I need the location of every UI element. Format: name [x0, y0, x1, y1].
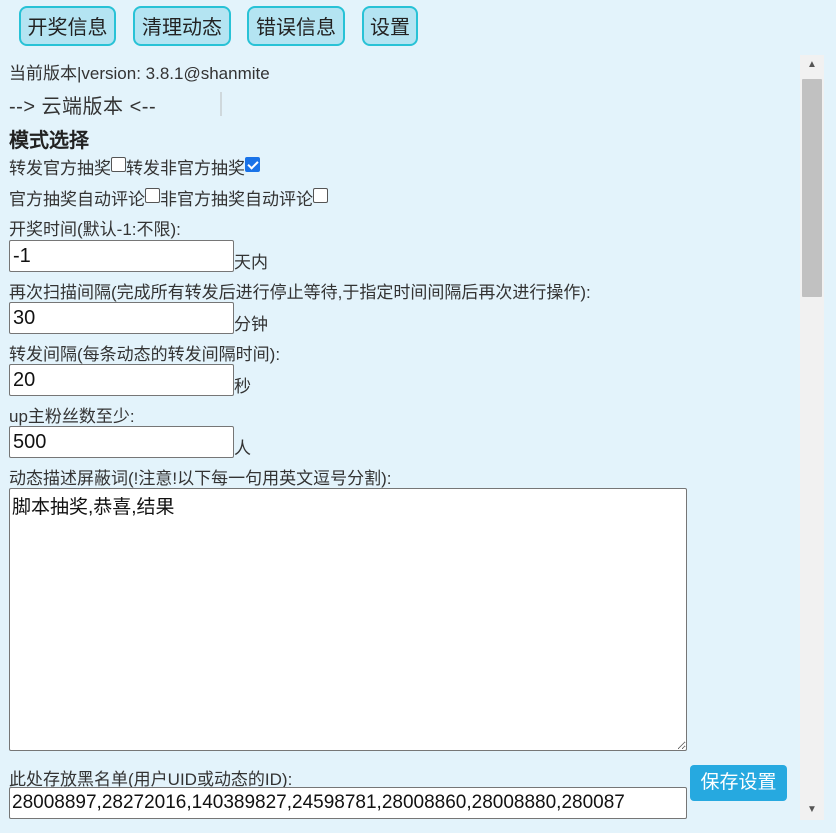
scroll-down-arrow-icon[interactable]: ▼: [800, 800, 824, 820]
comment-mode-row: 官方抽奖自动评论 非官方抽奖自动评论: [9, 185, 328, 210]
divider: [220, 92, 222, 116]
scan-interval-label: 再次扫描间隔(完成所有转发后进行停止等待,于指定时间间隔后再次进行操作):: [9, 283, 591, 302]
settings-button[interactable]: 设置: [362, 6, 418, 46]
scroll-up-arrow-icon[interactable]: ▲: [800, 55, 824, 75]
comment-unofficial-label: 非官方抽奖自动评论: [160, 190, 313, 209]
forward-interval-unit: 秒: [234, 377, 251, 396]
block-words-textarea[interactable]: 脚本抽奖,恭喜,结果: [9, 488, 687, 751]
blacklist-input[interactable]: 28008897,28272016,140389827,24598781,280…: [9, 787, 687, 819]
forward-unofficial-checkbox[interactable]: [245, 157, 260, 172]
lottery-info-button[interactable]: 开奖信息: [19, 6, 116, 46]
draw-time-input[interactable]: -1: [9, 240, 234, 272]
forward-unofficial-label: 转发非官方抽奖: [126, 159, 245, 178]
comment-official-label: 官方抽奖自动评论: [9, 190, 145, 209]
clear-dynamics-button[interactable]: 清理动态: [133, 6, 231, 46]
min-fans-input[interactable]: 500: [9, 426, 234, 458]
cloud-version-text: --> 云端版本 <--: [9, 96, 157, 118]
forward-official-checkbox[interactable]: [111, 157, 126, 172]
comment-unofficial-checkbox[interactable]: [313, 188, 328, 203]
forward-mode-row: 转发官方抽奖 转发非官方抽奖: [9, 154, 260, 179]
scrollbar-thumb[interactable]: [802, 79, 822, 297]
error-info-button[interactable]: 错误信息: [247, 6, 345, 46]
comment-official-checkbox[interactable]: [145, 188, 160, 203]
block-words-label: 动态描述屏蔽词(!注意!以下每一句用英文逗号分割):: [9, 469, 392, 488]
version-text: 当前版本|version: 3.8.1@shanmite: [9, 64, 270, 83]
forward-interval-input[interactable]: 20: [9, 364, 234, 396]
scan-interval-unit: 分钟: [234, 315, 268, 334]
scan-interval-input[interactable]: 30: [9, 302, 234, 334]
forward-interval-label: 转发间隔(每条动态的转发间隔时间):: [9, 345, 281, 364]
min-fans-label: up主粉丝数至少:: [9, 407, 135, 426]
save-settings-button[interactable]: 保存设置: [690, 765, 787, 801]
draw-time-unit: 天内: [234, 253, 268, 272]
forward-official-label: 转发官方抽奖: [9, 159, 111, 178]
draw-time-label: 开奖时间(默认-1:不限):: [9, 220, 181, 239]
min-fans-unit: 人: [234, 439, 251, 458]
mode-selection-title: 模式选择: [9, 130, 89, 152]
scrollbar[interactable]: ▲ ▼: [800, 55, 824, 820]
